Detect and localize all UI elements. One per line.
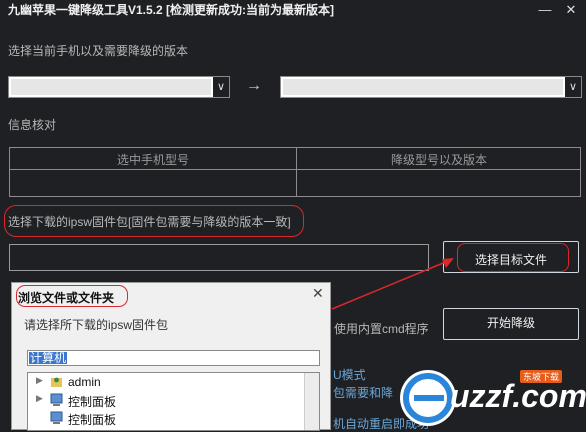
tree-item[interactable]: ▶ admin [28,373,298,391]
column-header-phone-model: 选中手机型号 [116,153,189,167]
cmd-option-label: 使用内置cmd程序 [334,322,429,336]
folder-tree[interactable]: ▶ admin ▶ 控制面板 控制面板 [27,372,320,431]
info-table: 选中手机型号 降级型号以及版本 [9,147,581,197]
close-window-button[interactable]: ✕ [563,2,579,18]
background-text: U模式 [333,368,366,382]
window-title: 九幽苹果一键降级工具V1.5.2 [检测更新成功:当前为最新版本] [8,3,335,17]
current-version-selection [11,79,211,95]
arrow-right-icon: → [246,77,262,94]
title-bar: 九幽苹果一键降级工具V1.5.2 [检测更新成功:当前为最新版本] — ✕ [0,0,586,22]
dialog-title: 浏览文件或文件夹 [18,291,115,305]
firmware-section-label: 选择下载的ipsw固件包[固件包需要与降级的版本一致] [8,215,291,229]
browse-folder-dialog: 浏览文件或文件夹 ✕ 请选择所下载的ipsw固件包 计算机 ▶ admin ▶ … [11,282,331,431]
tree-item[interactable]: 控制面板 [28,409,298,427]
dialog-close-icon[interactable]: ✕ [312,285,324,302]
annotation-arrow-icon [331,258,454,310]
table-divider [10,169,580,170]
version-section-label: 选择当前手机以及需要降级的版本 [8,44,189,58]
control-panel-icon [50,393,63,406]
current-version-dropdown[interactable]: ∨ [8,76,230,98]
tree-item[interactable]: ▶ 控制面板 [28,391,298,409]
select-file-button[interactable]: 选择目标文件 [443,251,579,268]
watermark-e-icon [403,373,453,423]
expand-arrow-icon[interactable]: ▶ [36,393,43,404]
background-text: 包需要和降 [333,386,394,400]
watermark-badge: 东坡下载 [520,370,563,383]
start-downgrade-button[interactable]: 开始降级 [443,308,579,340]
target-version-dropdown[interactable]: ∨ [280,76,582,98]
target-version-selection [283,79,563,95]
expand-arrow-icon[interactable]: ▶ [36,375,43,386]
control-panel-icon [50,411,63,424]
folder-path-input[interactable]: 计算机 [27,350,320,366]
dialog-instruction: 请选择所下载的ipsw固件包 [24,318,169,332]
watermark-logo [400,370,456,426]
chevron-down-icon[interactable]: ∨ [565,77,581,97]
minimize-button[interactable]: — [537,2,553,18]
user-folder-icon [51,377,62,387]
info-section-label: 信息核对 [8,118,57,132]
chevron-down-icon[interactable]: ∨ [213,77,229,97]
watermark-text: uzzf.com [450,378,586,414]
folder-path-value: 计算机 [29,351,68,365]
tree-scrollbar[interactable] [304,373,319,430]
column-header-downgrade-version: 降级型号以及版本 [390,153,487,167]
